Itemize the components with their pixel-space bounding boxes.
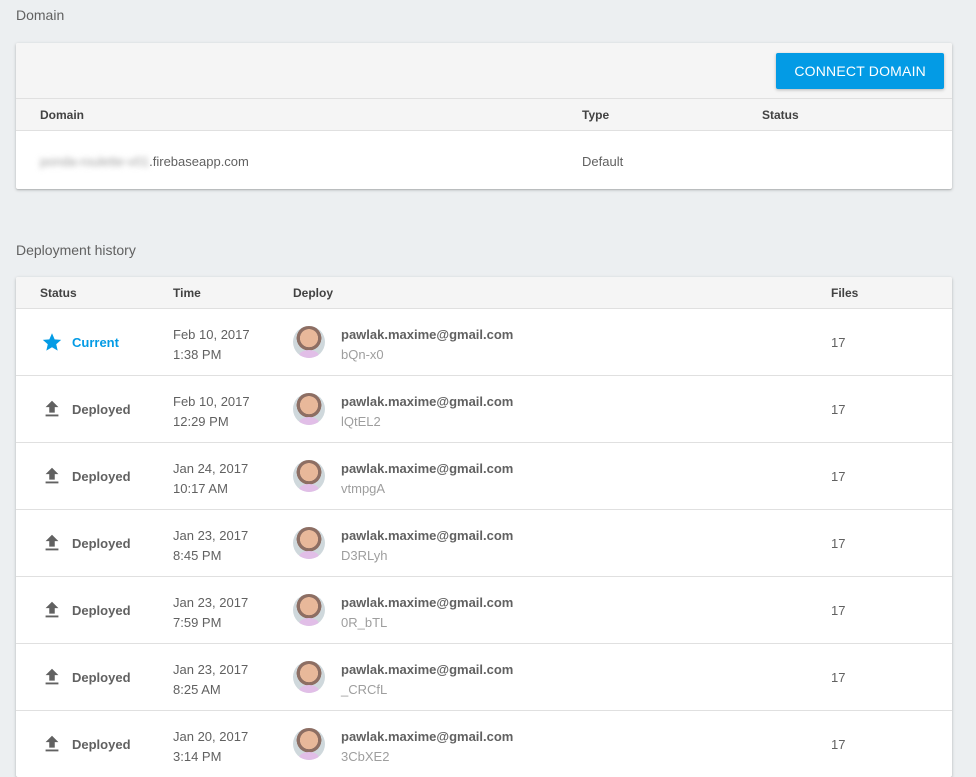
avatar — [293, 393, 325, 425]
avatar — [293, 661, 325, 693]
domain-column-header[interactable]: Domain — [40, 108, 84, 122]
status-label: Current — [72, 335, 119, 350]
avatar — [293, 460, 325, 492]
upload-icon — [41, 465, 63, 487]
deploy-time: Jan 23, 2017 8:25 AM — [173, 660, 248, 700]
status-column-header[interactable]: Status — [40, 286, 77, 300]
deploy-row[interactable]: Deployed Jan 23, 2017 8:25 AM pawlak.max… — [16, 644, 952, 711]
type-column-header[interactable]: Type — [582, 108, 609, 122]
status-column-header[interactable]: Status — [762, 108, 799, 122]
deploy-time: Jan 20, 2017 3:14 PM — [173, 727, 248, 767]
files-column-header[interactable]: Files — [831, 286, 858, 300]
deploy-clock: 1:38 PM — [173, 347, 222, 362]
deploy-row[interactable]: Deployed Feb 10, 2017 12:29 PM pawlak.ma… — [16, 376, 952, 443]
domain-suffix: .firebaseapp.com — [149, 154, 249, 169]
deploy-section-title: Deployment history — [16, 242, 136, 258]
deployer: pawlak.maxime@gmail.com _CRCfL — [341, 660, 513, 700]
deploy-date: Jan 23, 2017 — [173, 662, 249, 677]
deployer-email: pawlak.maxime@gmail.com — [341, 729, 514, 744]
status-label: Deployed — [72, 402, 131, 417]
deploy-date: Jan 23, 2017 — [173, 528, 249, 543]
domain-name-redacted: ponda-roulette-v01 — [40, 154, 150, 169]
connect-domain-button[interactable]: CONNECT DOMAIN — [776, 53, 944, 89]
avatar — [293, 326, 325, 358]
deploy-clock: 3:14 PM — [173, 749, 222, 764]
deployer: pawlak.maxime@gmail.com 0R_bTL — [341, 593, 513, 633]
avatar — [293, 594, 325, 626]
deploy-hash: bQn-x0 — [341, 347, 384, 362]
deploy-hash: lQtEL2 — [341, 414, 381, 429]
deploy-row[interactable]: Deployed Jan 20, 2017 3:14 PM pawlak.max… — [16, 711, 952, 777]
status-label: Deployed — [72, 603, 131, 618]
deploy-clock: 7:59 PM — [173, 615, 222, 630]
deploy-date: Jan 24, 2017 — [173, 461, 249, 476]
file-count: 17 — [831, 536, 846, 551]
deploy-hash: 0R_bTL — [341, 615, 388, 630]
upload-icon — [41, 733, 63, 755]
deploy-date: Feb 10, 2017 — [173, 394, 250, 409]
deploy-time: Jan 23, 2017 7:59 PM — [173, 593, 248, 633]
deploy-hash: 3CbXE2 — [341, 749, 390, 764]
file-count: 17 — [831, 335, 846, 350]
deployer: pawlak.maxime@gmail.com D3RLyh — [341, 526, 513, 566]
file-count: 17 — [831, 737, 846, 752]
domain-row: ponda-roulette-v01.firebaseapp.com Defau… — [16, 131, 952, 189]
deploy-time: Feb 10, 2017 1:38 PM — [173, 325, 250, 365]
deploy-hash: vtmpgA — [341, 481, 386, 496]
status-label: Deployed — [72, 670, 131, 685]
deploy-date: Feb 10, 2017 — [173, 327, 250, 342]
deploy-row[interactable]: Deployed Jan 23, 2017 8:45 PM pawlak.max… — [16, 510, 952, 577]
avatar — [293, 728, 325, 760]
domain-section-title: Domain — [16, 7, 65, 23]
deploy-time: Jan 23, 2017 8:45 PM — [173, 526, 248, 566]
deploy-column-header[interactable]: Deploy — [293, 286, 333, 300]
time-column-header[interactable]: Time — [173, 286, 201, 300]
deploy-clock: 8:25 AM — [173, 682, 221, 697]
upload-icon — [41, 599, 63, 621]
deploy-time: Jan 24, 2017 10:17 AM — [173, 459, 248, 499]
deployer-email: pawlak.maxime@gmail.com — [341, 394, 514, 409]
deployer-email: pawlak.maxime@gmail.com — [341, 327, 514, 342]
file-count: 17 — [831, 402, 846, 417]
deployer-email: pawlak.maxime@gmail.com — [341, 528, 514, 543]
upload-icon — [41, 532, 63, 554]
deployer: pawlak.maxime@gmail.com bQn-x0 — [341, 325, 513, 365]
deploy-clock: 10:17 AM — [173, 481, 228, 496]
deploy-date: Jan 20, 2017 — [173, 729, 249, 744]
deployer: pawlak.maxime@gmail.com vtmpgA — [341, 459, 513, 499]
deploy-table-header: Status Time Deploy Files — [16, 277, 952, 309]
deployer-email: pawlak.maxime@gmail.com — [341, 461, 514, 476]
deploy-row[interactable]: Deployed Jan 24, 2017 10:17 AM pawlak.ma… — [16, 443, 952, 510]
avatar — [293, 527, 325, 559]
deploy-date: Jan 23, 2017 — [173, 595, 249, 610]
deploy-hash: _CRCfL — [341, 682, 388, 697]
deploy-time: Feb 10, 2017 12:29 PM — [173, 392, 250, 432]
deploy-row[interactable]: Current Feb 10, 2017 1:38 PM pawlak.maxi… — [16, 309, 952, 376]
file-count: 17 — [831, 603, 846, 618]
file-count: 17 — [831, 469, 846, 484]
domain-toolbar: CONNECT DOMAIN — [16, 43, 952, 99]
status-label: Deployed — [72, 469, 131, 484]
deployer: pawlak.maxime@gmail.com 3CbXE2 — [341, 727, 513, 767]
deploy-row[interactable]: Deployed Jan 23, 2017 7:59 PM pawlak.max… — [16, 577, 952, 644]
deploy-history-card: Status Time Deploy Files Current Feb 10,… — [16, 277, 952, 777]
deploy-clock: 12:29 PM — [173, 414, 229, 429]
upload-icon — [41, 398, 63, 420]
deploy-hash: D3RLyh — [341, 548, 388, 563]
deployer-email: pawlak.maxime@gmail.com — [341, 662, 514, 677]
upload-icon — [41, 666, 63, 688]
deployer-email: pawlak.maxime@gmail.com — [341, 595, 514, 610]
status-label: Deployed — [72, 536, 131, 551]
deploy-clock: 8:45 PM — [173, 548, 222, 563]
domain-card: CONNECT DOMAIN Domain Type Status ponda-… — [16, 43, 952, 189]
deployer: pawlak.maxime@gmail.com lQtEL2 — [341, 392, 513, 432]
status-label: Deployed — [72, 737, 131, 752]
domain-name: ponda-roulette-v01.firebaseapp.com — [40, 154, 249, 169]
file-count: 17 — [831, 670, 846, 685]
domain-table-header: Domain Type Status — [16, 99, 952, 131]
domain-type: Default — [582, 154, 624, 169]
star-icon — [41, 331, 63, 353]
deploy-rows: Current Feb 10, 2017 1:38 PM pawlak.maxi… — [16, 309, 952, 777]
